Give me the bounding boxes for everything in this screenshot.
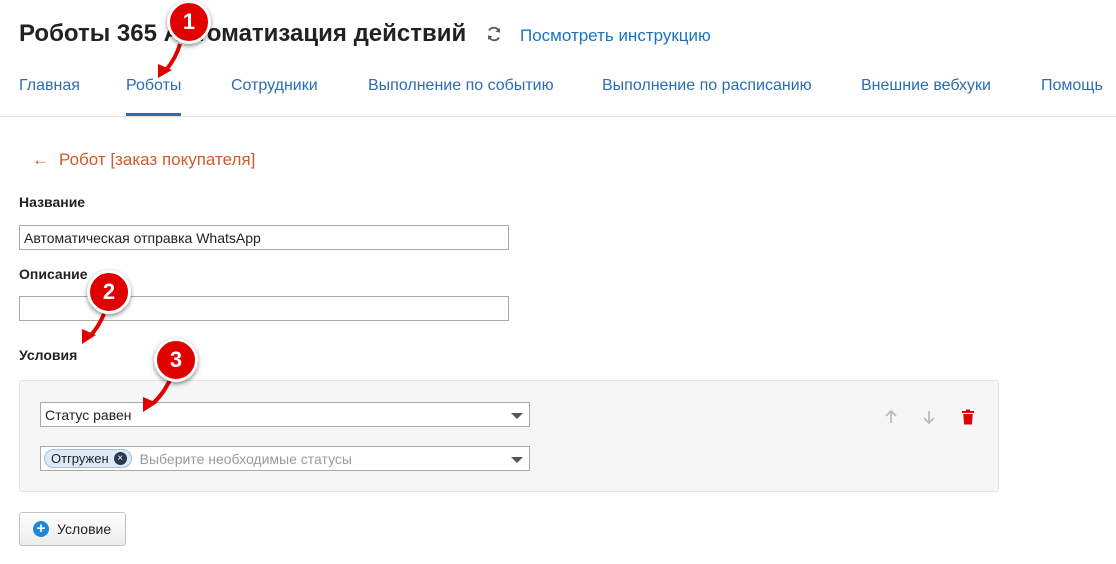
tab-robots[interactable]: Роботы: [126, 76, 182, 116]
status-multiselect[interactable]: Отгружен × Выберите необходимые статусы: [40, 446, 530, 471]
back-link-label: Робот [заказ покупателя]: [59, 150, 256, 169]
back-link[interactable]: ← Робот [заказ покупателя]: [32, 150, 255, 170]
add-condition-button[interactable]: + Условие: [19, 512, 126, 546]
status-chip-label: Отгружен: [51, 451, 109, 466]
refresh-icon[interactable]: [486, 26, 502, 42]
plus-circle-icon: +: [33, 521, 49, 537]
tab-event-execution[interactable]: Выполнение по событию: [368, 76, 554, 116]
tab-main[interactable]: Главная: [19, 76, 80, 116]
description-label: Описание: [19, 266, 88, 282]
annotation-arrowhead: [82, 329, 96, 344]
arrow-left-icon: ←: [32, 150, 49, 169]
tab-schedule-execution[interactable]: Выполнение по расписанию: [602, 76, 812, 116]
annotation-marker-2: 2: [87, 270, 131, 314]
tab-help[interactable]: Помощь: [1041, 76, 1103, 116]
annotation-marker-3: 3: [154, 338, 198, 382]
status-placeholder: Выберите необходимые статусы: [139, 450, 352, 467]
name-input[interactable]: [19, 225, 509, 250]
arrow-down-icon[interactable]: [920, 408, 938, 426]
page-title: Роботы 365 Автоматизация действий: [19, 20, 467, 47]
condition-block: Статус равен Отгружен × Выберите необход…: [19, 380, 999, 492]
conditions-label: Условия: [19, 347, 78, 363]
main-tabs: Главная Роботы Сотрудники Выполнение по …: [0, 76, 1116, 116]
tab-external-webhooks[interactable]: Внешние вебхуки: [861, 76, 991, 116]
condition-type-value: Статус равен: [45, 406, 132, 423]
name-label: Название: [19, 194, 86, 210]
remove-chip-icon[interactable]: ×: [113, 452, 127, 465]
tab-employees[interactable]: Сотрудники: [231, 76, 318, 116]
add-condition-label: Условие: [57, 521, 112, 537]
condition-type-select[interactable]: Статус равен: [40, 402, 530, 427]
chevron-down-icon: [511, 457, 523, 463]
annotation-marker-1: 1: [167, 0, 211, 44]
trash-icon[interactable]: [959, 408, 977, 426]
chevron-down-icon: [511, 413, 523, 419]
status-chip: Отгружен ×: [44, 449, 132, 468]
arrow-up-icon[interactable]: [882, 408, 900, 426]
view-instructions-link[interactable]: Посмотреть инструкцию: [520, 26, 711, 46]
